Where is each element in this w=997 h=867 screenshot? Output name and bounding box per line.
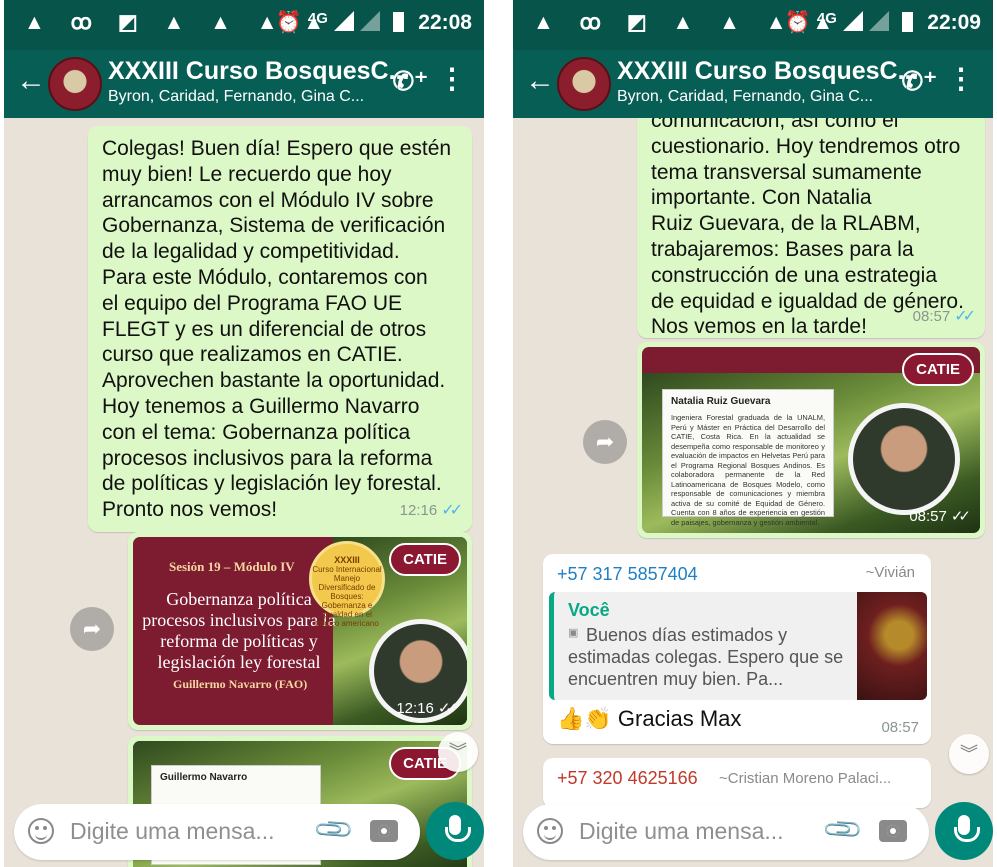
profile-image[interactable]: Natalia Ruiz Guevara Ingeniera Forestal … bbox=[642, 347, 980, 533]
image-meta: 12:16 ✓✓ bbox=[396, 699, 458, 717]
signal-icon bbox=[333, 11, 354, 31]
network-type: 4G bbox=[816, 10, 837, 27]
group-avatar[interactable] bbox=[48, 57, 102, 111]
read-ticks-icon: ✓✓ bbox=[950, 508, 971, 525]
message-input-bar[interactable]: Digite uma mensa... 📎 bbox=[14, 804, 420, 860]
signal-icon bbox=[842, 11, 863, 31]
image-meta: 08:57 ✓✓ bbox=[909, 507, 971, 525]
status-right: ⏰ 4G 22:09 bbox=[785, 10, 981, 35]
sender-name: ~Vivián bbox=[865, 564, 915, 581]
message-meta: 08:57 ✓✓ bbox=[912, 304, 976, 330]
reply-text: Gracias Max bbox=[617, 706, 742, 731]
attach-icon[interactable]: 📎 bbox=[311, 807, 356, 852]
chat-area[interactable]: comunicación, así como el cuestionario. … bbox=[513, 118, 993, 867]
chat-area[interactable]: Colegas! Buen día! Espero que estén muy … bbox=[4, 118, 484, 867]
message-text: Colegas! Buen día! Espero que estén muy … bbox=[102, 137, 452, 522]
message-time: 08:57 bbox=[912, 308, 951, 326]
image-time: 08:57 bbox=[909, 508, 947, 525]
sender-name: ~Cristian Moreno Palaci... bbox=[719, 770, 892, 787]
battery-icon bbox=[902, 12, 914, 32]
message-time: 12:16 bbox=[399, 502, 438, 520]
microphone-button[interactable] bbox=[935, 802, 993, 860]
next-message[interactable]: +57 320 4625166 ~Cristian Moreno Palaci.… bbox=[543, 758, 931, 808]
quoted-thumbnail bbox=[857, 592, 927, 700]
message-input[interactable]: Digite uma mensa... bbox=[70, 818, 275, 845]
group-title[interactable]: XXXIII Curso BosquesC... bbox=[108, 57, 409, 86]
add-call-icon[interactable]: ✆⁺ bbox=[901, 66, 937, 97]
microphone-button[interactable] bbox=[426, 802, 484, 860]
emoji-icon[interactable] bbox=[28, 818, 54, 844]
message-meta: 12:16 ✓✓ bbox=[399, 498, 463, 524]
forward-icon[interactable]: ➦ bbox=[583, 420, 627, 464]
chat-header: ← XXXIII Curso BosquesC... Byron, Carida… bbox=[4, 50, 484, 118]
status-time: 22:09 bbox=[927, 11, 981, 34]
quoted-text: Buenos días estimados y estimadas colega… bbox=[568, 625, 844, 689]
clap-emoji: 👍👏 bbox=[557, 706, 612, 731]
status-right: ⏰ 4G 22:08 bbox=[276, 10, 472, 35]
quoted-message[interactable]: Você ▣ Buenos días estimados y estimadas… bbox=[549, 592, 927, 700]
course-badge: XXXIII Curso Internacional Manejo Divers… bbox=[309, 541, 385, 628]
network-type: 4G bbox=[307, 10, 328, 27]
catie-logo: CATIE bbox=[389, 543, 461, 576]
signal-icon-2 bbox=[359, 11, 380, 31]
phone-screen-1: ▲ ꝏ ◩ ▲ ▲ ▲ ▲ ⏰ 4G 22:08 ← XXXIII Curso … bbox=[4, 0, 484, 867]
group-members[interactable]: Byron, Caridad, Fernando, Gina C... bbox=[617, 88, 873, 106]
slide-image[interactable]: Sesión 19 – Módulo IV Gobernanza polític… bbox=[133, 537, 467, 725]
image-message[interactable]: Natalia Ruiz Guevara Ingeniera Forestal … bbox=[637, 342, 985, 538]
image-message[interactable]: Sesión 19 – Módulo IV Gobernanza polític… bbox=[128, 532, 472, 730]
read-ticks-icon: ✓✓ bbox=[441, 502, 463, 520]
catie-logo: CATIE bbox=[902, 353, 974, 386]
alarm-icon: ⏰ bbox=[275, 11, 303, 34]
message-bubble[interactable]: Colegas! Buen día! Espero que estén muy … bbox=[88, 126, 472, 532]
scroll-down-button[interactable]: ︾ bbox=[438, 732, 478, 772]
phone-screen-2: ▲ ꝏ ◩ ▲ ▲ ▲ ▲ ⏰ 4G 22:09 ← XXXIII Curso … bbox=[513, 0, 993, 867]
back-arrow-icon[interactable]: ← bbox=[16, 64, 46, 98]
message-input[interactable]: Digite uma mensa... bbox=[579, 818, 784, 845]
status-bar: ▲ ꝏ ◩ ▲ ▲ ▲ ▲ ⏰ 4G 22:09 bbox=[513, 0, 993, 50]
read-ticks-icon: ✓✓ bbox=[954, 308, 976, 326]
alarm-icon: ⏰ bbox=[784, 11, 812, 34]
read-ticks-icon: ✓✓ bbox=[437, 700, 458, 717]
attach-icon[interactable]: 📎 bbox=[820, 807, 865, 852]
profile-bio: Ingeniera Forestal graduada de la UNALM,… bbox=[671, 413, 825, 527]
badge-text: Curso Internacional Manejo Diversificado… bbox=[312, 565, 382, 628]
more-options-icon[interactable]: ⋮ bbox=[438, 62, 466, 95]
message-input-bar[interactable]: Digite uma mensa... 📎 bbox=[523, 804, 929, 860]
group-title[interactable]: XXXIII Curso BosquesC... bbox=[617, 57, 918, 86]
add-call-icon[interactable]: ✆⁺ bbox=[392, 66, 428, 97]
signal-icon-2 bbox=[868, 11, 889, 31]
slide-title: Gobernanza política procesos inclusivos … bbox=[142, 589, 336, 672]
scroll-down-button[interactable]: ︾ bbox=[949, 734, 989, 774]
speaker-photo bbox=[848, 403, 960, 515]
message-bubble[interactable]: comunicación, así como el cuestionario. … bbox=[637, 118, 985, 338]
status-time: 22:08 bbox=[418, 11, 472, 34]
badge-title: XXXIII bbox=[334, 555, 360, 565]
quoted-author: Você bbox=[568, 600, 610, 620]
slide-author: Guillermo Navarro (FAO) bbox=[173, 677, 308, 691]
group-avatar[interactable] bbox=[557, 57, 611, 111]
reply-message[interactable]: +57 317 5857404 ~Vivián Você ▣ Buenos dí… bbox=[543, 554, 931, 744]
profile-card: Natalia Ruiz Guevara Ingeniera Forestal … bbox=[662, 389, 834, 527]
emoji-icon[interactable] bbox=[537, 818, 563, 844]
sender-phone[interactable]: +57 317 5857404 bbox=[557, 564, 698, 585]
more-options-icon[interactable]: ⋮ bbox=[947, 62, 975, 95]
reply-text-line: 👍👏 Gracias Max bbox=[557, 706, 741, 732]
sender-phone[interactable]: +57 320 4625166 bbox=[557, 768, 698, 789]
profile-name: Natalia Ruiz Guevara bbox=[671, 396, 771, 407]
profile-name: Guillermo Navarro bbox=[160, 772, 248, 783]
chat-header: ← XXXIII Curso BosquesC... Byron, Carida… bbox=[513, 50, 993, 118]
battery-icon bbox=[393, 12, 405, 32]
image-time: 12:16 bbox=[396, 700, 434, 717]
forward-icon[interactable]: ➦ bbox=[70, 607, 114, 651]
camera-icon[interactable] bbox=[879, 820, 907, 842]
status-bar: ▲ ꝏ ◩ ▲ ▲ ▲ ▲ ⏰ 4G 22:08 bbox=[4, 0, 484, 50]
back-arrow-icon[interactable]: ← bbox=[525, 64, 555, 98]
camera-icon[interactable] bbox=[370, 820, 398, 842]
slide-session: Sesión 19 – Módulo IV bbox=[169, 559, 295, 574]
group-members[interactable]: Byron, Caridad, Fernando, Gina C... bbox=[108, 88, 364, 106]
message-time: 08:57 bbox=[881, 719, 919, 736]
